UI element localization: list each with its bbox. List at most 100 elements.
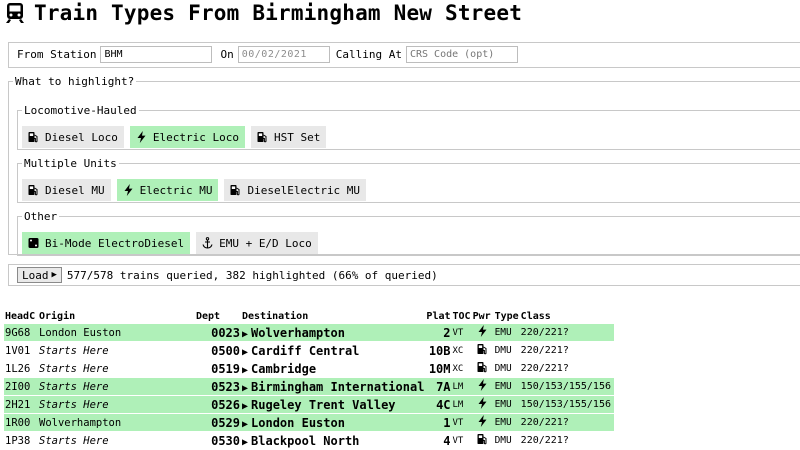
header-plat[interactable]: Plat xyxy=(425,308,451,324)
header-toc[interactable]: TOC xyxy=(452,308,472,324)
type-cell: DMU xyxy=(493,341,520,360)
destination-text: London Euston xyxy=(251,415,345,430)
origin-cell: London Euston xyxy=(38,324,195,342)
table-row[interactable]: 2H21 Starts Here 0526 ▶ Rugeley Trent Valley… xyxy=(4,395,614,414)
headcode-cell: 1L26 xyxy=(4,359,38,378)
dept-time-cell: 0500 xyxy=(195,341,241,360)
calling-at-input[interactable] xyxy=(405,46,518,63)
train-icon xyxy=(6,3,24,23)
headcode-cell: 2H21 xyxy=(4,395,38,414)
destination-text: Cambridge xyxy=(251,361,317,376)
toc-cell: VT xyxy=(451,431,472,450)
class-cell: 220/221? xyxy=(519,341,614,360)
calling-at-label: Calling At xyxy=(335,48,402,61)
highlight-toggle-label: Diesel MU xyxy=(45,183,105,197)
power-cell xyxy=(471,377,494,396)
arrow-right-icon: ▶ xyxy=(242,382,249,394)
toc-cell: VT xyxy=(451,413,472,432)
load-button[interactable]: Load ▶ xyxy=(17,267,62,283)
highlight-group: Locomotive-Hauled Diesel Loco Electric Loc… xyxy=(17,104,800,150)
fuel-pump-icon xyxy=(477,433,488,445)
header-class[interactable]: Class xyxy=(520,308,614,324)
fuel-pump-icon xyxy=(477,343,488,355)
toc-cell: LM xyxy=(451,377,472,396)
from-station-label: From Station xyxy=(17,48,97,61)
highlight-button-row: Diesel Loco Electric Loco HST Set xyxy=(22,126,327,148)
highlight-toggle-button[interactable]: HST Set xyxy=(250,126,327,148)
power-cell xyxy=(471,431,494,450)
destination-cell: ▶ Blackpool North xyxy=(241,431,426,450)
type-cell: DMU xyxy=(493,359,520,378)
table-body: 9G68 London Euston 0023 ▶ Wolverhampton 2 VT EM… xyxy=(4,324,614,450)
toc-cell: XC xyxy=(451,359,472,378)
destination-text: Wolverhampton xyxy=(251,325,345,340)
platform-cell: 10M xyxy=(425,359,452,378)
platform-cell: 2 xyxy=(425,324,452,342)
class-cell: 220/221? xyxy=(519,413,614,432)
toc-cell: VT xyxy=(451,324,472,342)
platform-cell: 7A xyxy=(425,377,452,396)
from-station-input[interactable] xyxy=(100,46,213,63)
fuel-pump-icon xyxy=(257,131,268,143)
power-cell xyxy=(471,324,494,342)
highlight-toggle-button[interactable]: Electric Loco xyxy=(129,126,245,148)
lightning-bolt-icon xyxy=(136,131,147,143)
highlight-group-legend: Locomotive-Hauled xyxy=(24,104,137,117)
table-row[interactable]: 1L26 Starts Here 0519 ▶ Cambridge 10M XC DMU 220… xyxy=(4,359,614,378)
header-origin[interactable]: Origin xyxy=(38,308,195,324)
table-row[interactable]: 1P38 Starts Here 0530 ▶ Blackpool North 4 VT DM… xyxy=(4,431,614,450)
header-type[interactable]: Type xyxy=(494,308,520,324)
arrow-right-icon: ▶ xyxy=(242,328,249,340)
highlight-toggle-button[interactable]: Diesel Loco xyxy=(22,126,124,148)
origin-cell: Starts Here xyxy=(38,395,195,414)
table-row[interactable]: 9G68 London Euston 0023 ▶ Wolverhampton 2 VT EM… xyxy=(4,324,614,342)
page-header: Train Types From Birmingham New Street xyxy=(4,0,522,26)
highlight-toggle-label: Diesel Loco xyxy=(45,130,118,144)
load-button-label: Load xyxy=(22,268,49,282)
fuel-pump-icon xyxy=(28,131,39,143)
arrow-right-icon: ▶ xyxy=(242,436,249,448)
highlight-toggle-button[interactable]: EMU + E/D Loco xyxy=(196,232,318,254)
headcode-cell: 1V01 xyxy=(4,341,38,360)
power-cell xyxy=(471,413,494,432)
highlight-toggle-button[interactable]: Bi-Mode ElectroDiesel xyxy=(22,232,191,254)
anchor-icon xyxy=(202,237,213,249)
platform-cell: 1 xyxy=(425,413,452,432)
page-title: Train Types From Birmingham New Street xyxy=(34,1,523,25)
destination-text: Birmingham International xyxy=(251,379,425,394)
type-cell: EMU xyxy=(493,377,520,396)
date-input[interactable] xyxy=(237,46,330,63)
class-cell: 220/221? xyxy=(519,324,614,342)
header-dept[interactable]: Dept xyxy=(195,308,241,324)
highlight-toggle-button[interactable]: Electric MU xyxy=(116,179,219,201)
lightning-bolt-icon xyxy=(477,397,488,409)
table-row[interactable]: 1V01 Starts Here 0500 ▶ Cardiff Central 10B XC… xyxy=(4,341,614,360)
origin-cell: Starts Here xyxy=(38,377,195,396)
platform-cell: 4 xyxy=(425,431,452,450)
origin-cell: Starts Here xyxy=(38,431,195,450)
lightning-bolt-icon xyxy=(477,325,488,337)
origin-cell: Starts Here xyxy=(38,359,195,378)
dept-time-cell: 0526 xyxy=(195,395,241,414)
highlight-group-legend: Multiple Units xyxy=(24,157,117,170)
destination-cell: ▶ London Euston xyxy=(241,413,426,432)
toc-cell: LM xyxy=(451,395,472,414)
destination-cell: ▶ Rugeley Trent Valley xyxy=(241,395,426,414)
table-row[interactable]: 1R00 Wolverhampton 0529 ▶ London Euston 1 VT EM… xyxy=(4,413,614,432)
lightning-bolt-icon xyxy=(477,379,488,391)
destination-cell: ▶ Cambridge xyxy=(241,359,426,378)
header-destination[interactable]: Destination xyxy=(241,308,425,324)
highlight-toggle-button[interactable]: DieselElectric MU xyxy=(224,179,367,201)
arrow-right-icon: ▶ xyxy=(242,418,249,430)
header-pwr[interactable]: Pwr xyxy=(472,308,494,324)
table-row[interactable]: 2I00 Starts Here 0523 ▶ Birmingham Internati… xyxy=(4,377,614,396)
highlight-toggle-button[interactable]: Diesel MU xyxy=(22,179,111,201)
dept-time-cell: 0519 xyxy=(195,359,241,378)
power-cell xyxy=(471,395,494,414)
destination-text: Blackpool North xyxy=(251,433,360,448)
highlight-group: Other Bi-Mode ElectroDiesel EMU + E/D Loco xyxy=(17,210,800,256)
header-headcode[interactable]: HeadC xyxy=(4,308,38,324)
highlight-group: Multiple Units Diesel MU Electric MU Diesel… xyxy=(17,157,800,203)
load-panel: Load ▶ 577/578 trains queried, 382 highl… xyxy=(8,264,800,286)
power-cell xyxy=(471,341,494,360)
